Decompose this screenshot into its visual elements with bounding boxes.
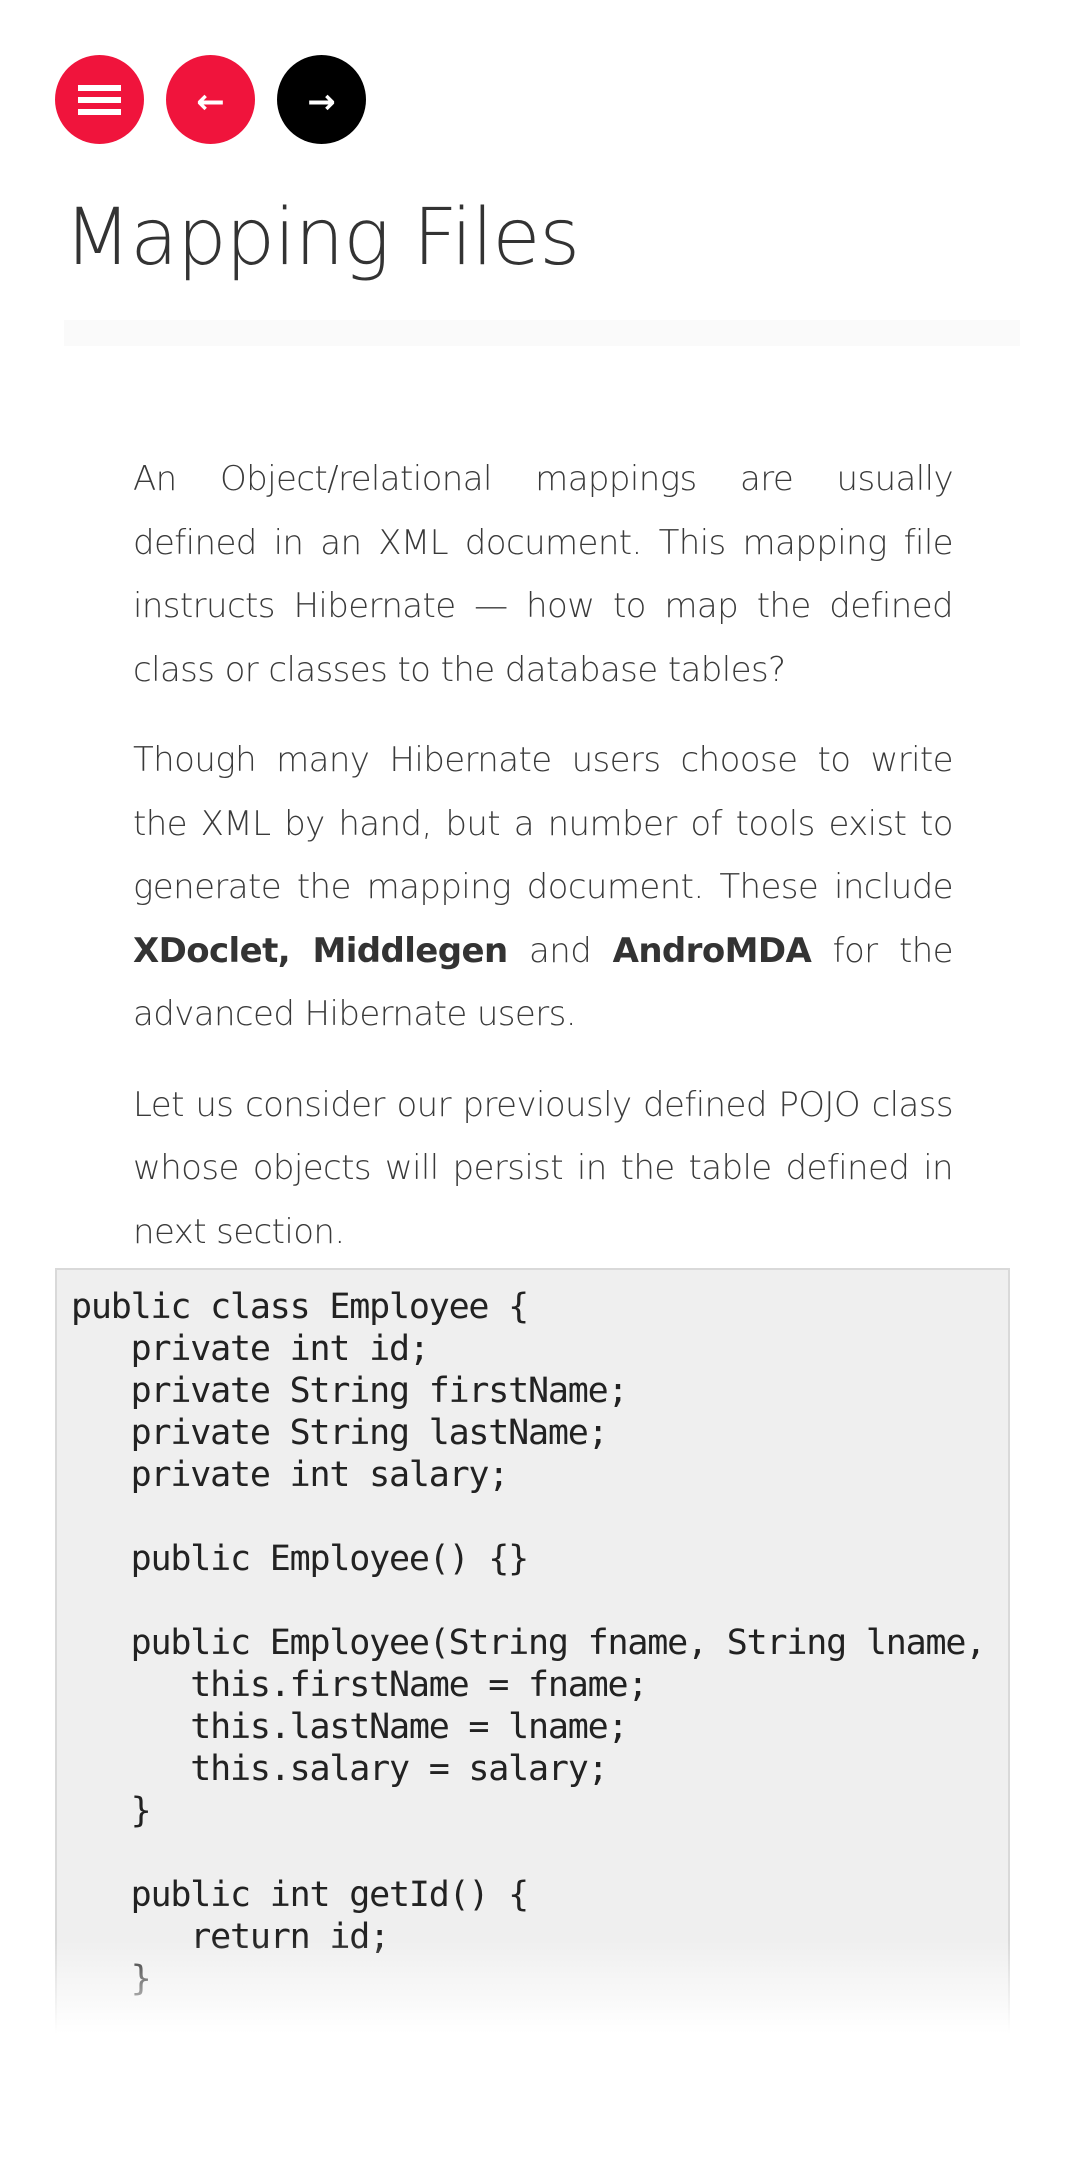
arrow-left-icon: ← <box>196 81 225 122</box>
arrow-right-icon: → <box>307 81 336 122</box>
code-text: public class Employee { private int id; … <box>71 1287 1008 1999</box>
tool-names-xdoclet-middlegen: XDoclet, Middlegen <box>133 930 508 971</box>
menu-button[interactable] <box>55 55 144 144</box>
nav-buttons: ← → <box>55 55 366 144</box>
hamburger-menu-icon <box>78 84 121 115</box>
paragraph-tools-prefix: Though many Hibernate users choose to wr… <box>133 740 954 907</box>
paragraph-pojo: Let us consider our previously defined P… <box>133 1084 954 1252</box>
paragraph-intro: An Object/relational mappings are usuall… <box>133 459 954 690</box>
paragraph-tools: Though many Hibernate users choose to wr… <box>133 729 954 1047</box>
paragraph-tools-mid: and <box>507 930 613 971</box>
title-divider <box>64 320 1020 346</box>
back-button[interactable]: ← <box>166 55 255 144</box>
tool-name-andromda: AndroMDA <box>612 930 812 971</box>
code-block[interactable]: public class Employee { private int id; … <box>55 1268 1010 2036</box>
article-content: An Object/relational mappings are usuall… <box>133 448 954 1291</box>
forward-button[interactable]: → <box>277 55 366 144</box>
page-title: Mapping Files <box>64 193 580 283</box>
